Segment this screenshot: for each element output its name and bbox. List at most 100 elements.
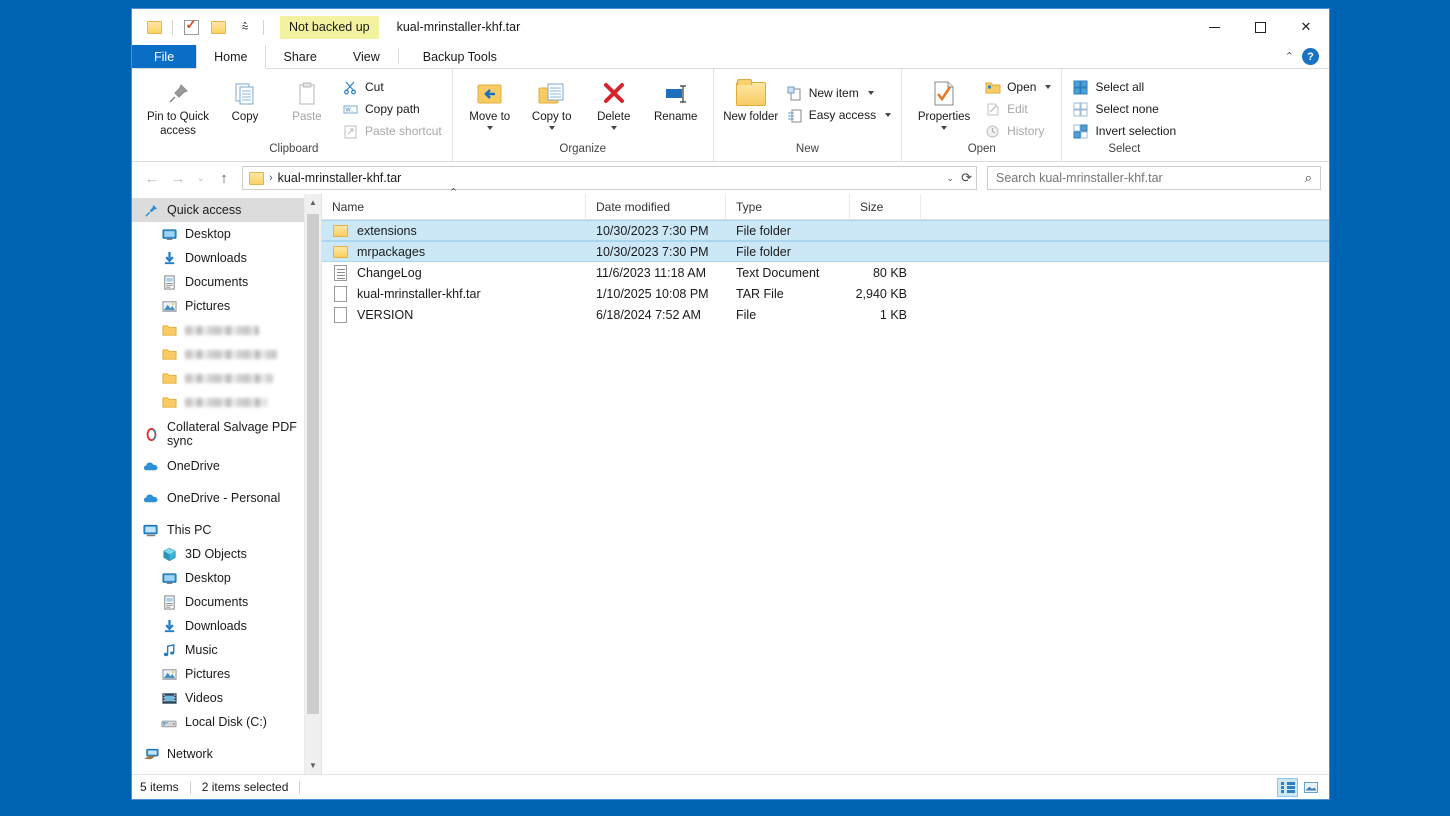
column-header-size[interactable]: Size (850, 193, 921, 220)
search-box[interactable]: ⌕ (987, 166, 1321, 190)
new-item-icon (786, 85, 803, 102)
properties-button[interactable]: Properties (908, 74, 980, 133)
tab-share[interactable]: Share (266, 45, 335, 68)
scroll-down-icon[interactable]: ▼ (305, 757, 321, 774)
navigation-scrollbar[interactable]: ▲ ▼ (304, 194, 321, 774)
new-folder-button[interactable]: New folder (720, 74, 782, 128)
details-view-button[interactable] (1277, 777, 1298, 797)
invert-selection-button[interactable]: Invert selection (1068, 120, 1180, 142)
sidebar-item-videos[interactable]: Videos (132, 686, 321, 710)
copy-path-button[interactable]: W.. Copy path (338, 98, 446, 120)
open-button[interactable]: Open (980, 76, 1055, 98)
customize-qat-button[interactable]: ⩯ (233, 15, 257, 39)
address-bar[interactable]: › kual-mrinstaller-khf.tar ⌄ ⟳ (242, 166, 977, 190)
table-row[interactable]: kual-mrinstaller-khf.tar 1/10/2025 10:08 … (322, 283, 1329, 304)
recent-locations-button[interactable]: ⌄ (192, 166, 210, 190)
history-button[interactable]: History (980, 120, 1055, 142)
table-row[interactable]: mrpackages 10/30/2023 7:30 PM File folder (322, 241, 1329, 262)
back-button[interactable]: ← (140, 166, 164, 190)
file-name-cell[interactable]: extensions (322, 224, 586, 238)
column-header-type[interactable]: Type (726, 193, 850, 220)
file-name-cell[interactable]: ChangeLog (322, 264, 586, 281)
file-name-cell[interactable]: kual-mrinstaller-khf.tar (322, 285, 586, 302)
sidebar-item-desktop[interactable]: Desktop (132, 566, 321, 590)
sidebar-item-documents[interactable]: Documents (132, 590, 321, 614)
breadcrumb-path[interactable]: kual-mrinstaller-khf.tar (278, 171, 402, 185)
table-row[interactable]: VERSION 6/18/2024 7:52 AM File 1 KB (322, 304, 1329, 325)
select-none-button[interactable]: Select none (1068, 98, 1180, 120)
paste-shortcut-button[interactable]: Paste shortcut (338, 120, 446, 142)
edit-button[interactable]: Edit (980, 98, 1055, 120)
easy-access-button[interactable]: Easy access (782, 104, 895, 126)
chevron-down-icon (1045, 85, 1052, 89)
address-dropdown-icon[interactable]: ⌄ (947, 173, 955, 184)
tab-file[interactable]: File (132, 45, 197, 68)
address-bar-row: ← → ⌄ ↑ › kual-mrinstaller-khf.tar ⌄ ⟳ ⌕ (132, 162, 1329, 194)
tab-view[interactable]: View (335, 45, 398, 68)
copy-button[interactable]: Copy (214, 74, 276, 128)
up-button[interactable]: ↑ (212, 166, 236, 190)
maximize-button[interactable] (1237, 9, 1283, 45)
chevron-up-icon[interactable]: ⌃ (1285, 50, 1294, 63)
move-to-button[interactable]: Move to (459, 74, 521, 133)
sidebar-item-pictures[interactable]: Pictures (132, 662, 321, 686)
file-rows: extensions 10/30/2023 7:30 PM File folder m… (322, 220, 1329, 774)
sidebar-item-redacted[interactable] (132, 318, 321, 342)
sidebar-item-desktop[interactable]: Desktop (132, 222, 321, 246)
sidebar-item-onedrive[interactable]: OneDrive (132, 454, 321, 478)
paste-button[interactable]: Paste (276, 74, 338, 128)
forward-button[interactable]: → (166, 166, 190, 190)
sidebar-item-redacted[interactable] (132, 366, 321, 390)
folder-icon (332, 224, 348, 237)
rename-label: Rename (653, 111, 698, 123)
sidebar-item-collateral-salvage-pdf-sync[interactable]: Collateral Salvage PDF sync (132, 420, 321, 448)
sidebar-item-3d-objects[interactable]: 3D Objects (132, 542, 321, 566)
refresh-icon[interactable]: ⟳ (961, 170, 972, 186)
sidebar-item-label: Collateral Salvage PDF sync (167, 420, 297, 448)
scrollbar-thumb[interactable] (307, 214, 319, 714)
rename-button[interactable]: Rename (645, 74, 707, 128)
close-button[interactable]: ✕ (1283, 9, 1329, 45)
file-name-cell[interactable]: mrpackages (322, 245, 586, 259)
sidebar-item-this-pc[interactable]: This PC (132, 518, 321, 542)
column-header-date-modified[interactable]: Date modified (586, 193, 726, 220)
sidebar-item-redacted[interactable] (132, 342, 321, 366)
sidebar-item-downloads[interactable]: Downloads (132, 246, 321, 270)
cut-button[interactable]: Cut (338, 76, 446, 98)
search-input[interactable] (996, 171, 1305, 185)
folder-icon (146, 20, 162, 34)
delete-button[interactable]: Delete (583, 74, 645, 133)
ribbon-group-organize: Move to Copy to Delete Rename Organize (453, 69, 714, 161)
table-row[interactable]: extensions 10/30/2023 7:30 PM File folder (322, 220, 1329, 241)
sidebar-item-downloads[interactable]: Downloads (132, 614, 321, 638)
tab-backup-tools[interactable]: Backup Tools (405, 45, 515, 68)
window-title: kual-mrinstaller-khf.tar (396, 20, 521, 34)
file-date-cell: 11/6/2023 11:18 AM (596, 265, 707, 280)
sidebar-item-redacted[interactable] (132, 390, 321, 414)
search-icon[interactable]: ⌕ (1305, 170, 1312, 186)
sidebar-item-label: Quick access (167, 203, 242, 217)
sidebar-item-documents[interactable]: Documents (132, 270, 321, 294)
column-header-name[interactable]: Name (322, 193, 586, 220)
new-item-button[interactable]: New item (782, 82, 895, 104)
sidebar-item-onedrive-personal[interactable]: OneDrive - Personal (132, 486, 321, 510)
help-button[interactable]: ? (1302, 48, 1319, 65)
tab-home[interactable]: Home (196, 45, 266, 69)
recent-folder-qat-button[interactable] (206, 15, 230, 39)
large-icons-view-button[interactable] (1300, 778, 1321, 797)
table-row[interactable]: ChangeLog 11/6/2023 11:18 AM Text Document… (322, 262, 1329, 283)
file-name-cell[interactable]: VERSION (322, 306, 586, 323)
properties-qat-button[interactable] (179, 15, 203, 39)
scroll-up-icon[interactable]: ▲ (305, 194, 321, 211)
sidebar-item-network[interactable]: Network (132, 742, 321, 766)
sidebar-item-pictures[interactable]: Pictures (132, 294, 321, 318)
new-folder-qat-button[interactable] (142, 15, 166, 39)
minimize-button[interactable] (1191, 9, 1237, 45)
select-all-button[interactable]: Select all (1068, 76, 1180, 98)
sidebar-item-music[interactable]: Music (132, 638, 321, 662)
delete-label: Delete (597, 111, 631, 123)
copy-to-button[interactable]: Copy to (521, 74, 583, 133)
pin-to-quick-access-button[interactable]: Pin to Quick access (142, 74, 214, 141)
sidebar-item-quick-access[interactable]: Quick access (132, 198, 321, 222)
sidebar-item-local-disk-c[interactable]: Local Disk (C:) (132, 710, 321, 734)
